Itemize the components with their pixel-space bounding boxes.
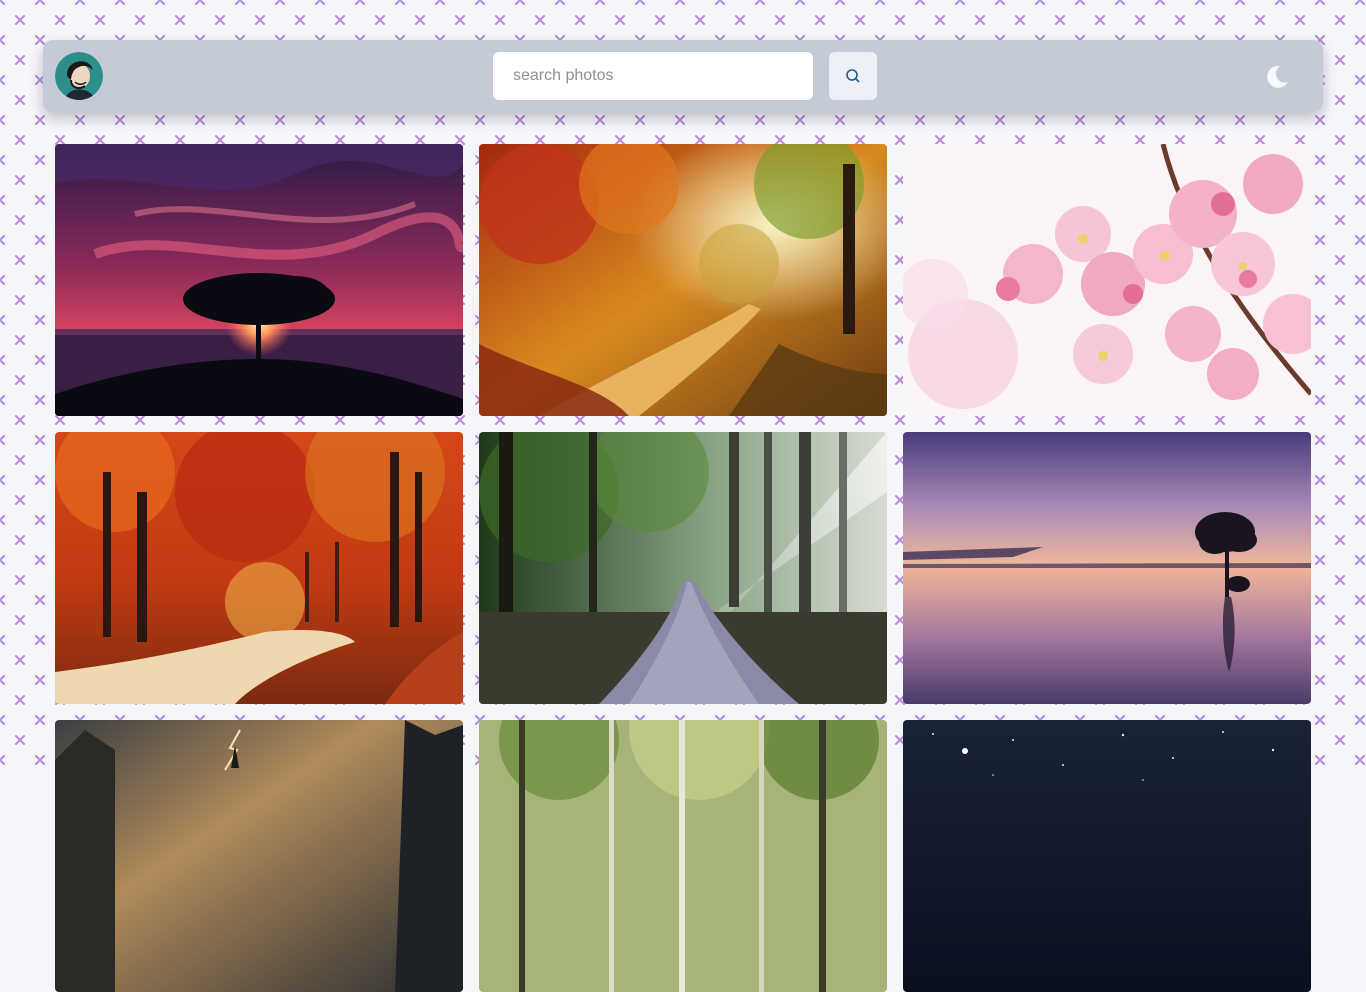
photo-card[interactable] (903, 720, 1311, 992)
photo-card[interactable] (55, 432, 463, 704)
photo-card[interactable] (479, 432, 887, 704)
top-bar (43, 40, 1323, 112)
search-button[interactable] (829, 52, 877, 100)
photo-grid (55, 144, 1311, 992)
photo-card[interactable] (55, 144, 463, 416)
search-icon (846, 69, 860, 83)
photo-card[interactable] (903, 432, 1311, 704)
photo-card[interactable] (55, 720, 463, 992)
photo-starry-night (903, 720, 1311, 992)
photo-misty-forest (479, 432, 887, 704)
theme-toggle-button[interactable] (1262, 62, 1292, 92)
photo-lightning-storm (55, 720, 463, 992)
photo-cherry-blossoms (903, 144, 1311, 416)
photo-autumn-path (479, 144, 887, 416)
photo-lake-tree (903, 432, 1311, 704)
photo-tree-sunset (55, 144, 463, 416)
photo-card[interactable] (479, 720, 887, 992)
moon-icon (1267, 65, 1288, 88)
photo-card[interactable] (479, 144, 887, 416)
user-avatar[interactable] (55, 52, 103, 100)
photo-card[interactable] (903, 144, 1311, 416)
avatar-icon (55, 52, 103, 100)
photo-red-forest (55, 432, 463, 704)
search-input[interactable] (493, 52, 813, 100)
photo-birch-forest (479, 720, 887, 992)
